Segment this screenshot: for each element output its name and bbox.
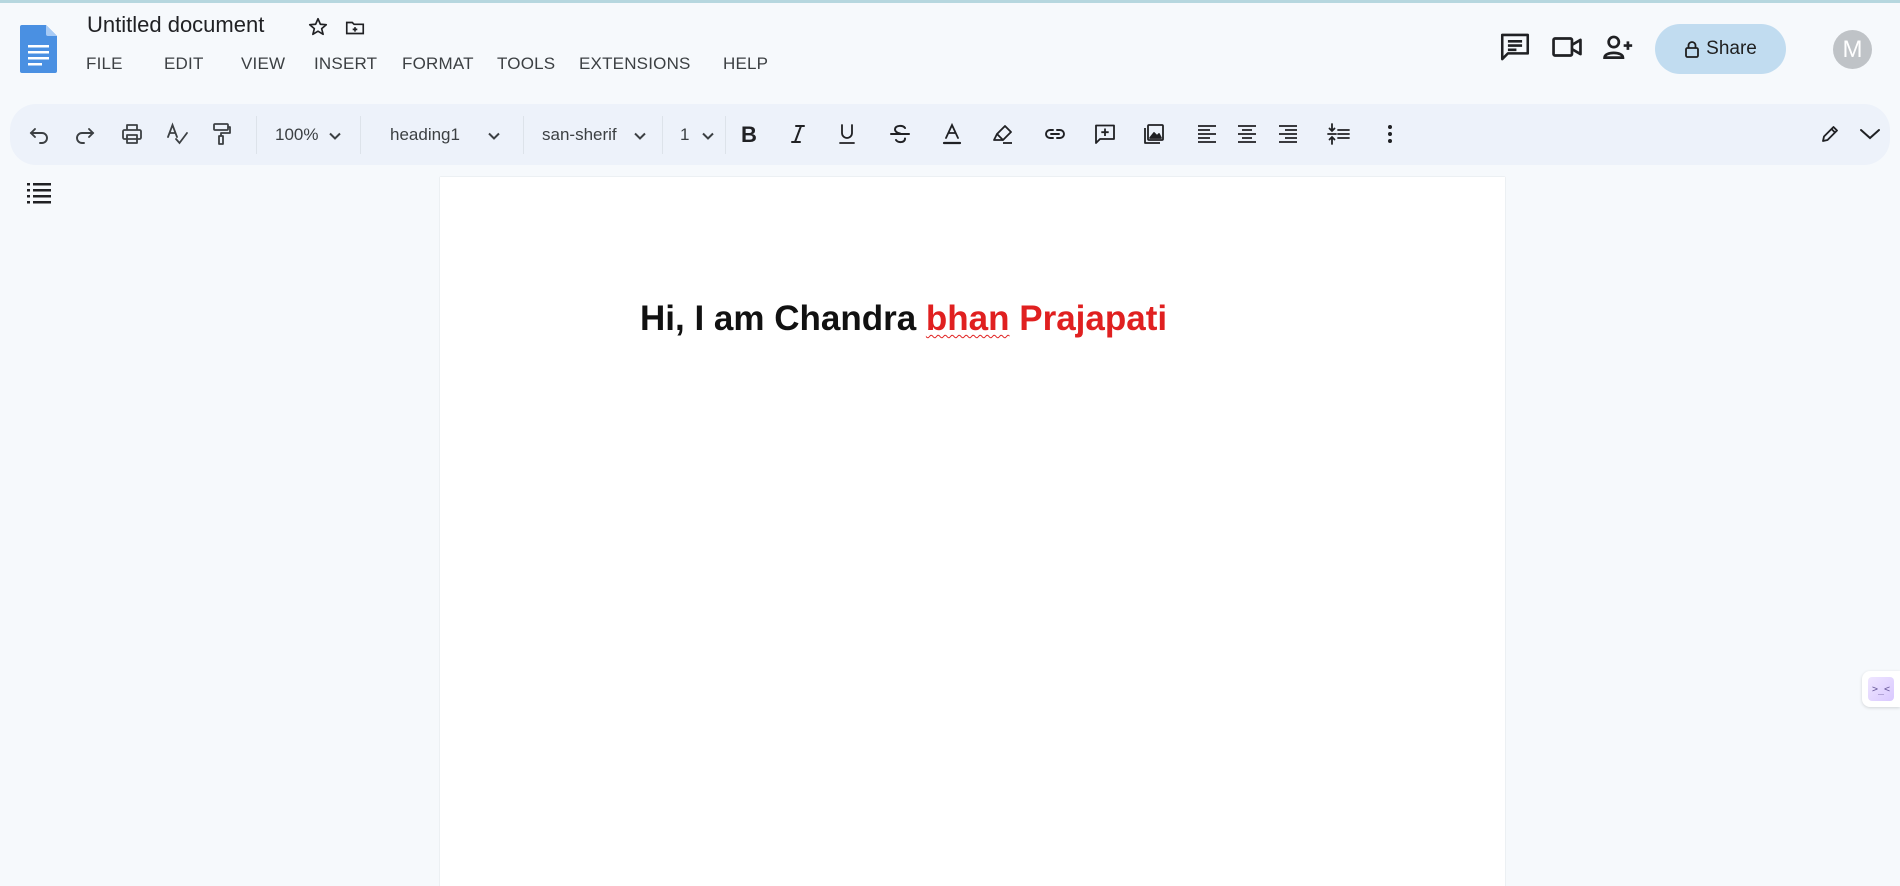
paint-format-icon[interactable] [207, 120, 235, 148]
menu-format[interactable]: FORMAT [402, 54, 474, 74]
heading-text-misspelled: bhan [925, 299, 1010, 338]
chevron-down-icon [329, 132, 341, 140]
more-icon[interactable] [1376, 120, 1404, 148]
heading-text-black: Hi, I am Chandra [640, 299, 926, 338]
underline-icon[interactable] [833, 120, 861, 148]
toolbar-divider [523, 116, 524, 154]
share-button[interactable]: Share [1655, 24, 1786, 74]
avatar[interactable]: M [1833, 30, 1872, 69]
toolbar-divider [725, 116, 726, 154]
document-heading[interactable]: Hi, I am Chandra bhan Prajapati [640, 299, 1167, 339]
menu-view[interactable]: VIEW [241, 54, 285, 74]
menu-extensions[interactable]: EXTENSIONS [579, 54, 691, 74]
assistant-widget-icon: >_< [1868, 677, 1894, 701]
toolbar-divider [360, 116, 361, 154]
align-center-icon[interactable] [1233, 120, 1261, 148]
align-left-icon[interactable] [1193, 120, 1221, 148]
insert-image-icon[interactable] [1140, 120, 1168, 148]
redo-icon[interactable] [71, 120, 99, 148]
menu-tools[interactable]: TOOLS [497, 54, 555, 74]
font-size-value: 1 [680, 125, 690, 144]
menu-help[interactable]: HELP [723, 54, 768, 74]
top-accent-line [0, 0, 1900, 3]
document-outline-icon[interactable] [26, 180, 52, 204]
lock-icon [1685, 41, 1700, 58]
font-value: san-sherif [542, 125, 617, 144]
font-select[interactable]: san-sherif [532, 118, 657, 152]
strikethrough-icon[interactable] [886, 120, 914, 148]
spellcheck-icon[interactable] [163, 120, 191, 148]
chevron-down-icon [702, 132, 714, 140]
toolbar-divider [256, 116, 257, 154]
link-icon[interactable] [1041, 120, 1069, 148]
menu-edit[interactable]: EDIT [164, 54, 204, 74]
video-call-icon[interactable] [1550, 30, 1584, 64]
add-comment-icon[interactable] [1091, 120, 1119, 148]
comments-icon[interactable] [1498, 30, 1532, 64]
toolbar-divider [662, 116, 663, 154]
zoom-value: 100% [275, 125, 319, 144]
font-size-select[interactable]: 1 [670, 118, 720, 152]
highlight-icon[interactable] [989, 120, 1017, 148]
heading-text-red: Prajapati [1009, 299, 1168, 338]
bold-icon[interactable]: B [734, 120, 762, 148]
print-icon[interactable] [118, 120, 146, 148]
move-folder-icon[interactable] [344, 17, 366, 39]
docs-logo-icon[interactable] [20, 25, 57, 73]
chevron-down-icon [488, 132, 500, 140]
style-value: heading1 [390, 125, 460, 144]
toolbar: 100% heading1 san-sherif 1 B [10, 104, 1890, 165]
italic-icon[interactable] [784, 120, 812, 148]
star-icon[interactable] [307, 16, 329, 38]
align-right-icon[interactable] [1274, 120, 1302, 148]
document-title[interactable]: Untitled document [87, 12, 264, 38]
menu-file[interactable]: FILE [86, 54, 123, 74]
chevron-down-icon [634, 132, 646, 140]
collapse-icon[interactable] [1856, 120, 1884, 148]
line-spacing-icon[interactable] [1325, 120, 1353, 148]
assistant-widget[interactable]: >_< [1862, 671, 1900, 707]
edit-mode-icon[interactable] [1816, 120, 1844, 148]
share-label: Share [1706, 38, 1757, 59]
style-select[interactable]: heading1 [374, 118, 504, 152]
svg-text:B: B [741, 122, 757, 146]
zoom-select[interactable]: 100% [267, 118, 347, 152]
undo-icon[interactable] [25, 120, 53, 148]
document-page[interactable]: Hi, I am Chandra bhan Prajapati [440, 177, 1505, 886]
menu-insert[interactable]: INSERT [314, 54, 377, 74]
text-color-icon[interactable] [938, 120, 966, 148]
add-person-icon[interactable] [1601, 30, 1635, 64]
